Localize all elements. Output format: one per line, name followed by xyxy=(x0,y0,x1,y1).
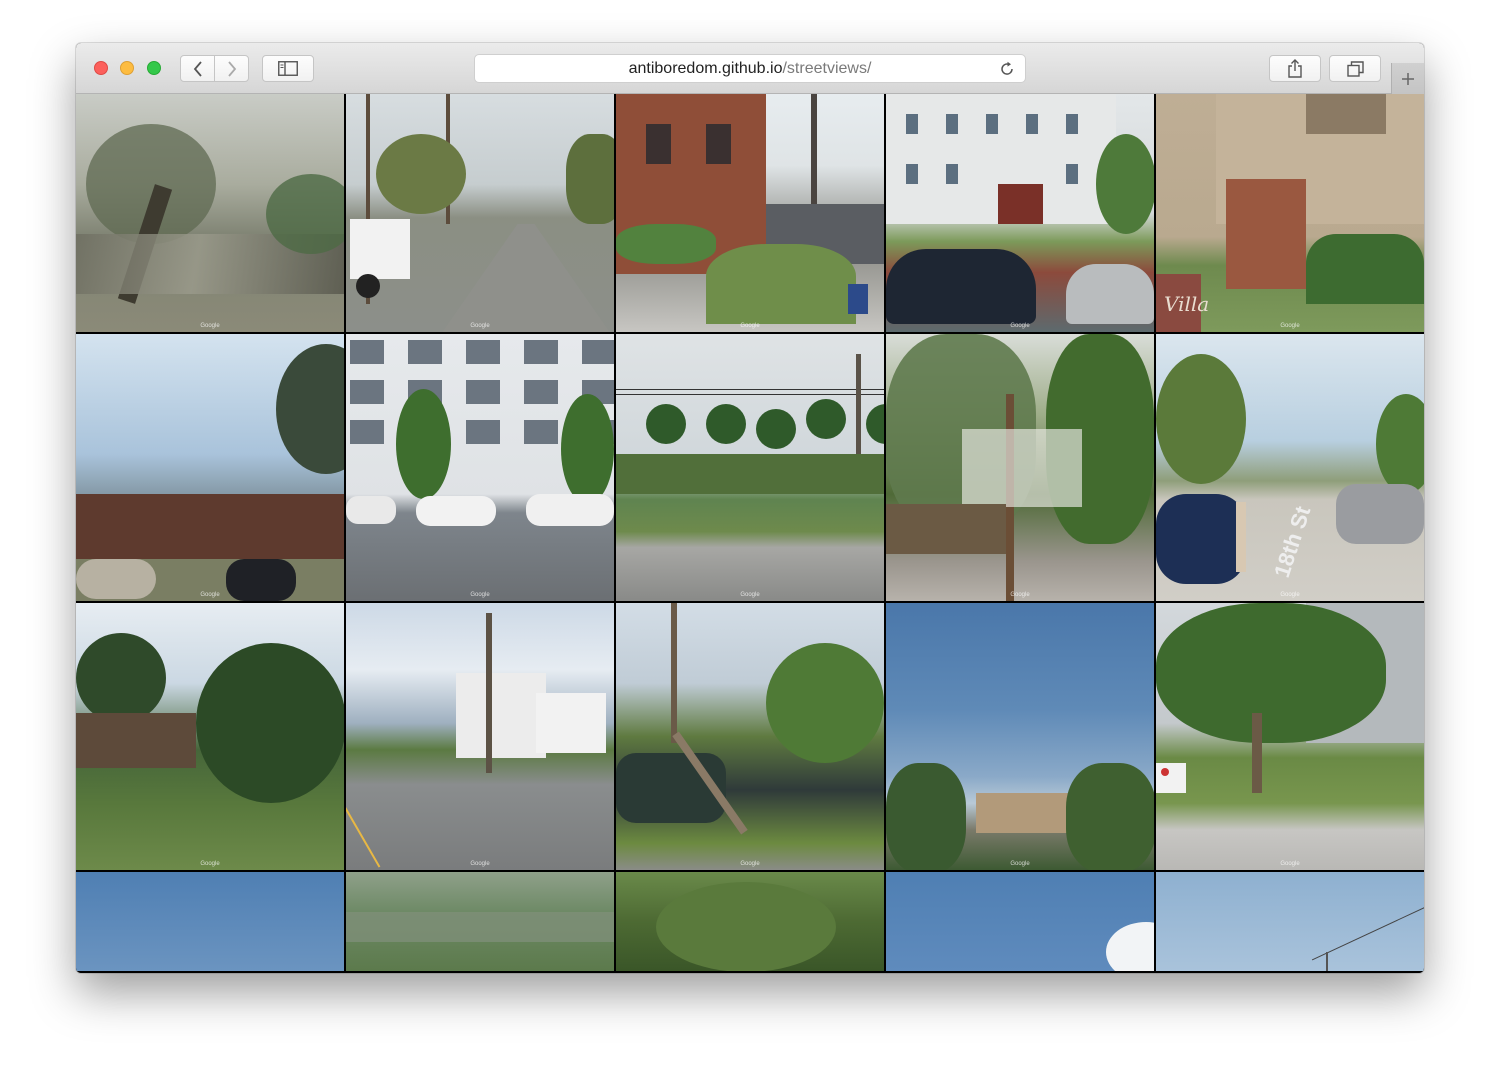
watermark-label: Google xyxy=(200,861,220,867)
url-domain: antiboredom.github.io xyxy=(628,59,783,77)
watermark-label: Google xyxy=(200,592,220,598)
streetview-tile: Google xyxy=(76,334,344,601)
reload-icon[interactable] xyxy=(999,61,1015,77)
watermark-label: Google xyxy=(1010,592,1030,598)
new-tab-button[interactable] xyxy=(1391,63,1424,94)
streetview-tile: Google xyxy=(616,94,884,332)
watermark-label: Google xyxy=(740,323,760,329)
streetview-tile: Google xyxy=(616,334,884,601)
watermark-label: Google xyxy=(1010,323,1030,329)
streetview-tile: Google xyxy=(1156,603,1424,870)
watermark-label: Google xyxy=(470,323,490,329)
chevron-left-icon xyxy=(193,60,202,77)
streetview-tile: Google xyxy=(616,603,884,870)
streetview-tile: Google xyxy=(886,334,1154,601)
share-icon xyxy=(1288,59,1302,78)
villa-sign-text: Villa xyxy=(1164,292,1210,316)
url-path: /streetviews/ xyxy=(782,59,872,77)
streetview-tile xyxy=(76,872,344,971)
minimize-window-button[interactable] xyxy=(120,61,134,75)
watermark-label: Google xyxy=(740,861,760,867)
forward-button[interactable] xyxy=(214,55,249,82)
streetview-grid: Google Google Google Google Villa Google… xyxy=(76,94,1424,973)
sidebar-icon xyxy=(278,61,298,76)
streetview-tile: 18th St Google xyxy=(1156,334,1424,601)
street-marking-text: 18th St xyxy=(1268,503,1316,581)
streetview-tile: Google xyxy=(886,603,1154,870)
plus-icon xyxy=(1402,72,1414,85)
chevron-right-icon xyxy=(227,60,236,77)
sidebar-toggle-button[interactable] xyxy=(262,55,314,82)
watermark-label: Google xyxy=(470,861,490,867)
streetview-tile xyxy=(346,872,614,971)
streetview-tile xyxy=(886,872,1154,971)
watermark-label: Google xyxy=(1010,861,1030,867)
streetview-tile: Google xyxy=(886,94,1154,332)
watermark-label: Google xyxy=(1280,323,1300,329)
back-button[interactable] xyxy=(180,55,215,82)
streetview-tile: Google xyxy=(346,94,614,332)
watermark-label: Google xyxy=(200,323,220,329)
address-bar[interactable]: antiboredom.github.io/streetviews/ xyxy=(474,54,1026,83)
streetview-tile: Villa Google xyxy=(1156,94,1424,332)
browser-window: antiboredom.github.io/streetviews/ Googl… xyxy=(76,43,1424,973)
watermark-label: Google xyxy=(1280,592,1300,598)
close-window-button[interactable] xyxy=(94,61,108,75)
streetview-tile: Google xyxy=(76,94,344,332)
streetview-tile: Google xyxy=(346,603,614,870)
streetview-tile: Google xyxy=(76,603,344,870)
streetview-tile: Google xyxy=(346,334,614,601)
zoom-window-button[interactable] xyxy=(147,61,161,75)
tabs-overview-button[interactable] xyxy=(1329,55,1381,82)
watermark-label: Google xyxy=(470,592,490,598)
watermark-label: Google xyxy=(1280,861,1300,867)
share-button[interactable] xyxy=(1269,55,1321,82)
watermark-label: Google xyxy=(740,592,760,598)
streetview-tile xyxy=(616,872,884,971)
browser-toolbar: antiboredom.github.io/streetviews/ xyxy=(76,43,1424,94)
tabs-overview-icon xyxy=(1346,60,1364,77)
streetview-tile xyxy=(1156,872,1424,971)
